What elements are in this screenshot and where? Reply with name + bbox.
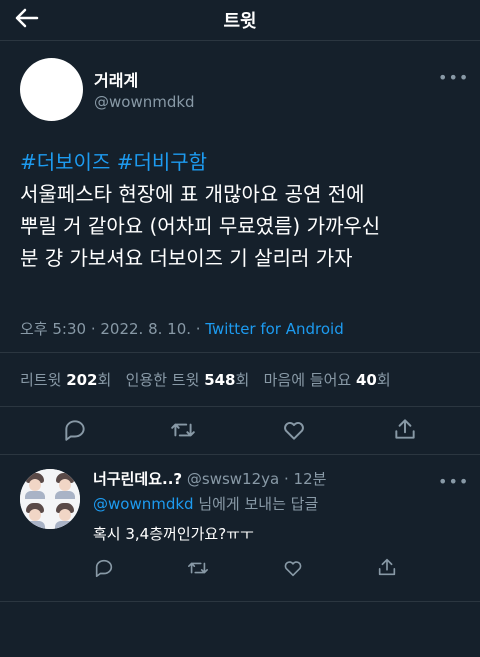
divider bbox=[0, 601, 480, 602]
retweet-icon[interactable] bbox=[187, 557, 209, 579]
separator: · bbox=[279, 470, 294, 488]
share-icon[interactable] bbox=[392, 416, 418, 442]
more-horizontal-icon[interactable]: ••• bbox=[438, 472, 469, 491]
author-name[interactable]: 거래계 bbox=[94, 67, 138, 91]
share-icon[interactable] bbox=[376, 556, 398, 578]
divider bbox=[0, 352, 480, 353]
page-title: 트윗 bbox=[223, 11, 257, 32]
divider bbox=[0, 406, 480, 407]
engagement-stats: 리트윗 202회 인용한 트윗 548회 마음에 들어요 40회 bbox=[20, 369, 391, 390]
divider bbox=[0, 454, 480, 455]
tweet-metadata: 오후 5:30 · 2022. 8. 10. · Twitter for And… bbox=[20, 318, 344, 339]
retweets-label: 리트윗 bbox=[20, 371, 62, 389]
quotes-unit: 회 bbox=[235, 371, 250, 389]
retweets-unit: 회 bbox=[97, 371, 112, 389]
quotes-count: 548 bbox=[204, 371, 236, 389]
like-icon[interactable] bbox=[282, 557, 304, 579]
retweets-count: 202 bbox=[66, 371, 98, 389]
top-bar: 트윗 bbox=[0, 0, 480, 41]
avatar[interactable] bbox=[20, 469, 80, 529]
retweet-icon[interactable] bbox=[170, 417, 196, 443]
tweet-line: 서울페스타 현장에 표 개많아요 공연 전에 bbox=[20, 182, 365, 206]
tweet-source[interactable]: Twitter for Android bbox=[205, 320, 343, 338]
reply-text: 혹시 3,4층꺼인가요?ㅠㅜ bbox=[93, 525, 254, 543]
more-horizontal-icon[interactable]: ••• bbox=[438, 68, 469, 87]
reply-author-name[interactable]: 너구린데요..? bbox=[93, 470, 182, 488]
likes-label: 마음에 들어요 bbox=[263, 371, 352, 389]
tweet-text: #더보이즈 #더비구함 서울페스타 현장에 표 개많아요 공연 전에 뿌릴 거 … bbox=[20, 146, 470, 274]
like-icon[interactable] bbox=[281, 417, 307, 443]
likes-unit: 회 bbox=[376, 371, 391, 389]
quotes-stat[interactable]: 인용한 트윗 548회 bbox=[126, 371, 250, 389]
reply-timestamp[interactable]: 12분 bbox=[294, 470, 327, 488]
tweet-timestamp[interactable]: 오후 5:30 · 2022. 8. 10. · bbox=[20, 320, 205, 338]
tweet-line: 분 걍 가보셔요 더보이즈 기 살리러 가자 bbox=[20, 246, 353, 270]
hashtags[interactable]: #더보이즈 #더비구함 bbox=[20, 146, 470, 178]
mention-link[interactable]: @wownmdkd bbox=[93, 495, 194, 513]
reply-header: 너구린데요..? @swsw12ya · 12분 bbox=[93, 468, 326, 489]
retweets-stat[interactable]: 리트윗 202회 bbox=[20, 371, 111, 389]
reply-author-handle[interactable]: @swsw12ya bbox=[187, 470, 279, 488]
replying-to-suffix: 님에게 보내는 답글 bbox=[193, 495, 319, 513]
likes-stat[interactable]: 마음에 들어요 40회 bbox=[264, 371, 391, 389]
avatar[interactable] bbox=[20, 58, 83, 121]
tweet-line: 뿌릴 거 같아요 (어차피 무료였름) 가까우신 bbox=[20, 214, 381, 238]
quotes-label: 인용한 트윗 bbox=[125, 371, 200, 389]
replying-to: @wownmdkd 님에게 보내는 답글 bbox=[93, 493, 318, 514]
reply-icon[interactable] bbox=[93, 557, 115, 579]
author-handle[interactable]: @wownmdkd bbox=[94, 93, 195, 111]
reply-icon[interactable] bbox=[62, 417, 88, 443]
likes-count: 40 bbox=[355, 371, 377, 389]
